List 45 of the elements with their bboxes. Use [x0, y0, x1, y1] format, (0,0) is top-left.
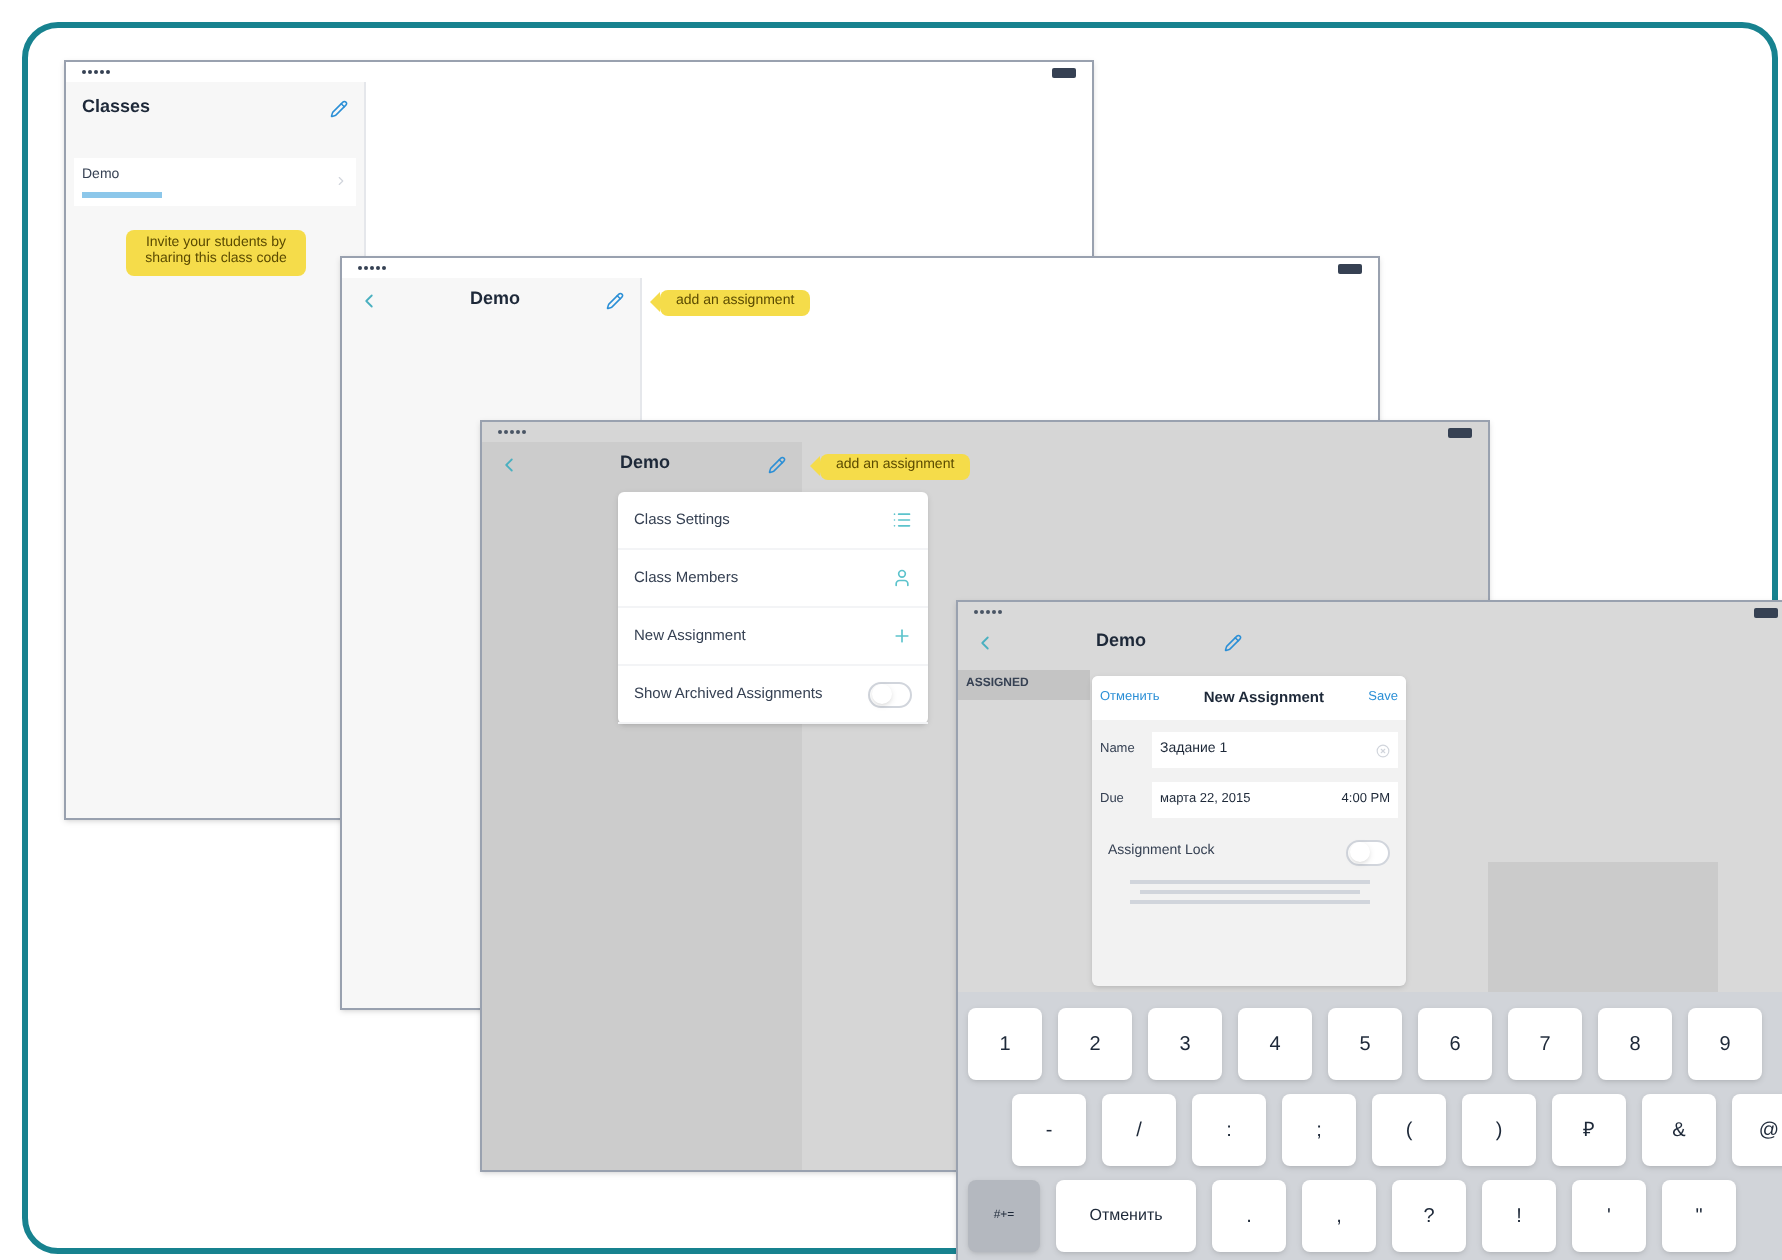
keyboard-key[interactable]: ( [1372, 1094, 1446, 1166]
keyboard-key[interactable]: , [1302, 1180, 1376, 1252]
screen-title: Demo [1096, 628, 1147, 655]
chevron-icon [334, 174, 348, 189]
keyboard-key[interactable]: 4 [1238, 1008, 1312, 1080]
person-icon [892, 568, 912, 588]
keyboard-key[interactable]: ) [1462, 1094, 1536, 1166]
battery-icon [1052, 67, 1076, 77]
keyboard-key[interactable]: . [1212, 1180, 1286, 1252]
keyboard-key[interactable]: 7 [1508, 1008, 1582, 1080]
plus-icon [892, 626, 912, 646]
keyboard-key[interactable]: 3 [1148, 1008, 1222, 1080]
keyboard-key[interactable]: 9 [1688, 1008, 1762, 1080]
keyboard-key[interactable]: : [1192, 1094, 1266, 1166]
keyboard-key[interactable]: " [1662, 1180, 1736, 1252]
keyboard-key[interactable]: Отменить [1056, 1180, 1196, 1252]
keyboard-key[interactable]: / [1102, 1094, 1176, 1166]
blurred-text-drawing [82, 191, 162, 197]
keyboard-key[interactable]: 2 [1058, 1008, 1132, 1080]
screen-title: Demo [620, 450, 671, 477]
keyboard-key[interactable]: & [1642, 1094, 1716, 1166]
pencil-icon[interactable] [768, 455, 786, 473]
screen-title: Demo [470, 286, 521, 313]
keyboard-key[interactable]: ; [1282, 1094, 1356, 1166]
keyboard-key[interactable]: ' [1572, 1180, 1646, 1252]
header-title: Classes [82, 94, 151, 121]
toggle-switch[interactable] [1346, 839, 1390, 865]
keyboard-key[interactable]: 1 [968, 1008, 1042, 1080]
keyboard-key[interactable]: @ [1732, 1094, 1782, 1166]
pencil-icon[interactable] [606, 291, 624, 309]
battery-icon [1338, 263, 1362, 273]
keyboard-key[interactable]: ₽ [1552, 1094, 1626, 1166]
keyboard-key[interactable]: 6 [1418, 1008, 1492, 1080]
pencil-icon[interactable] [1224, 633, 1242, 651]
keyboard-key[interactable]: ? [1392, 1180, 1466, 1252]
keyboard-key[interactable]: ! [1482, 1180, 1556, 1252]
keyboard-key[interactable]: 5 [1328, 1008, 1402, 1080]
battery-icon [1448, 427, 1472, 437]
list-icon [892, 510, 912, 530]
keyboard-key[interactable]: - [1012, 1094, 1086, 1166]
keyboard-key[interactable]: 8 [1598, 1008, 1672, 1080]
toggle-switch[interactable] [868, 681, 912, 707]
battery-icon [1754, 607, 1778, 617]
clear-icon[interactable] [1376, 743, 1390, 757]
pencil-icon[interactable] [330, 99, 348, 117]
